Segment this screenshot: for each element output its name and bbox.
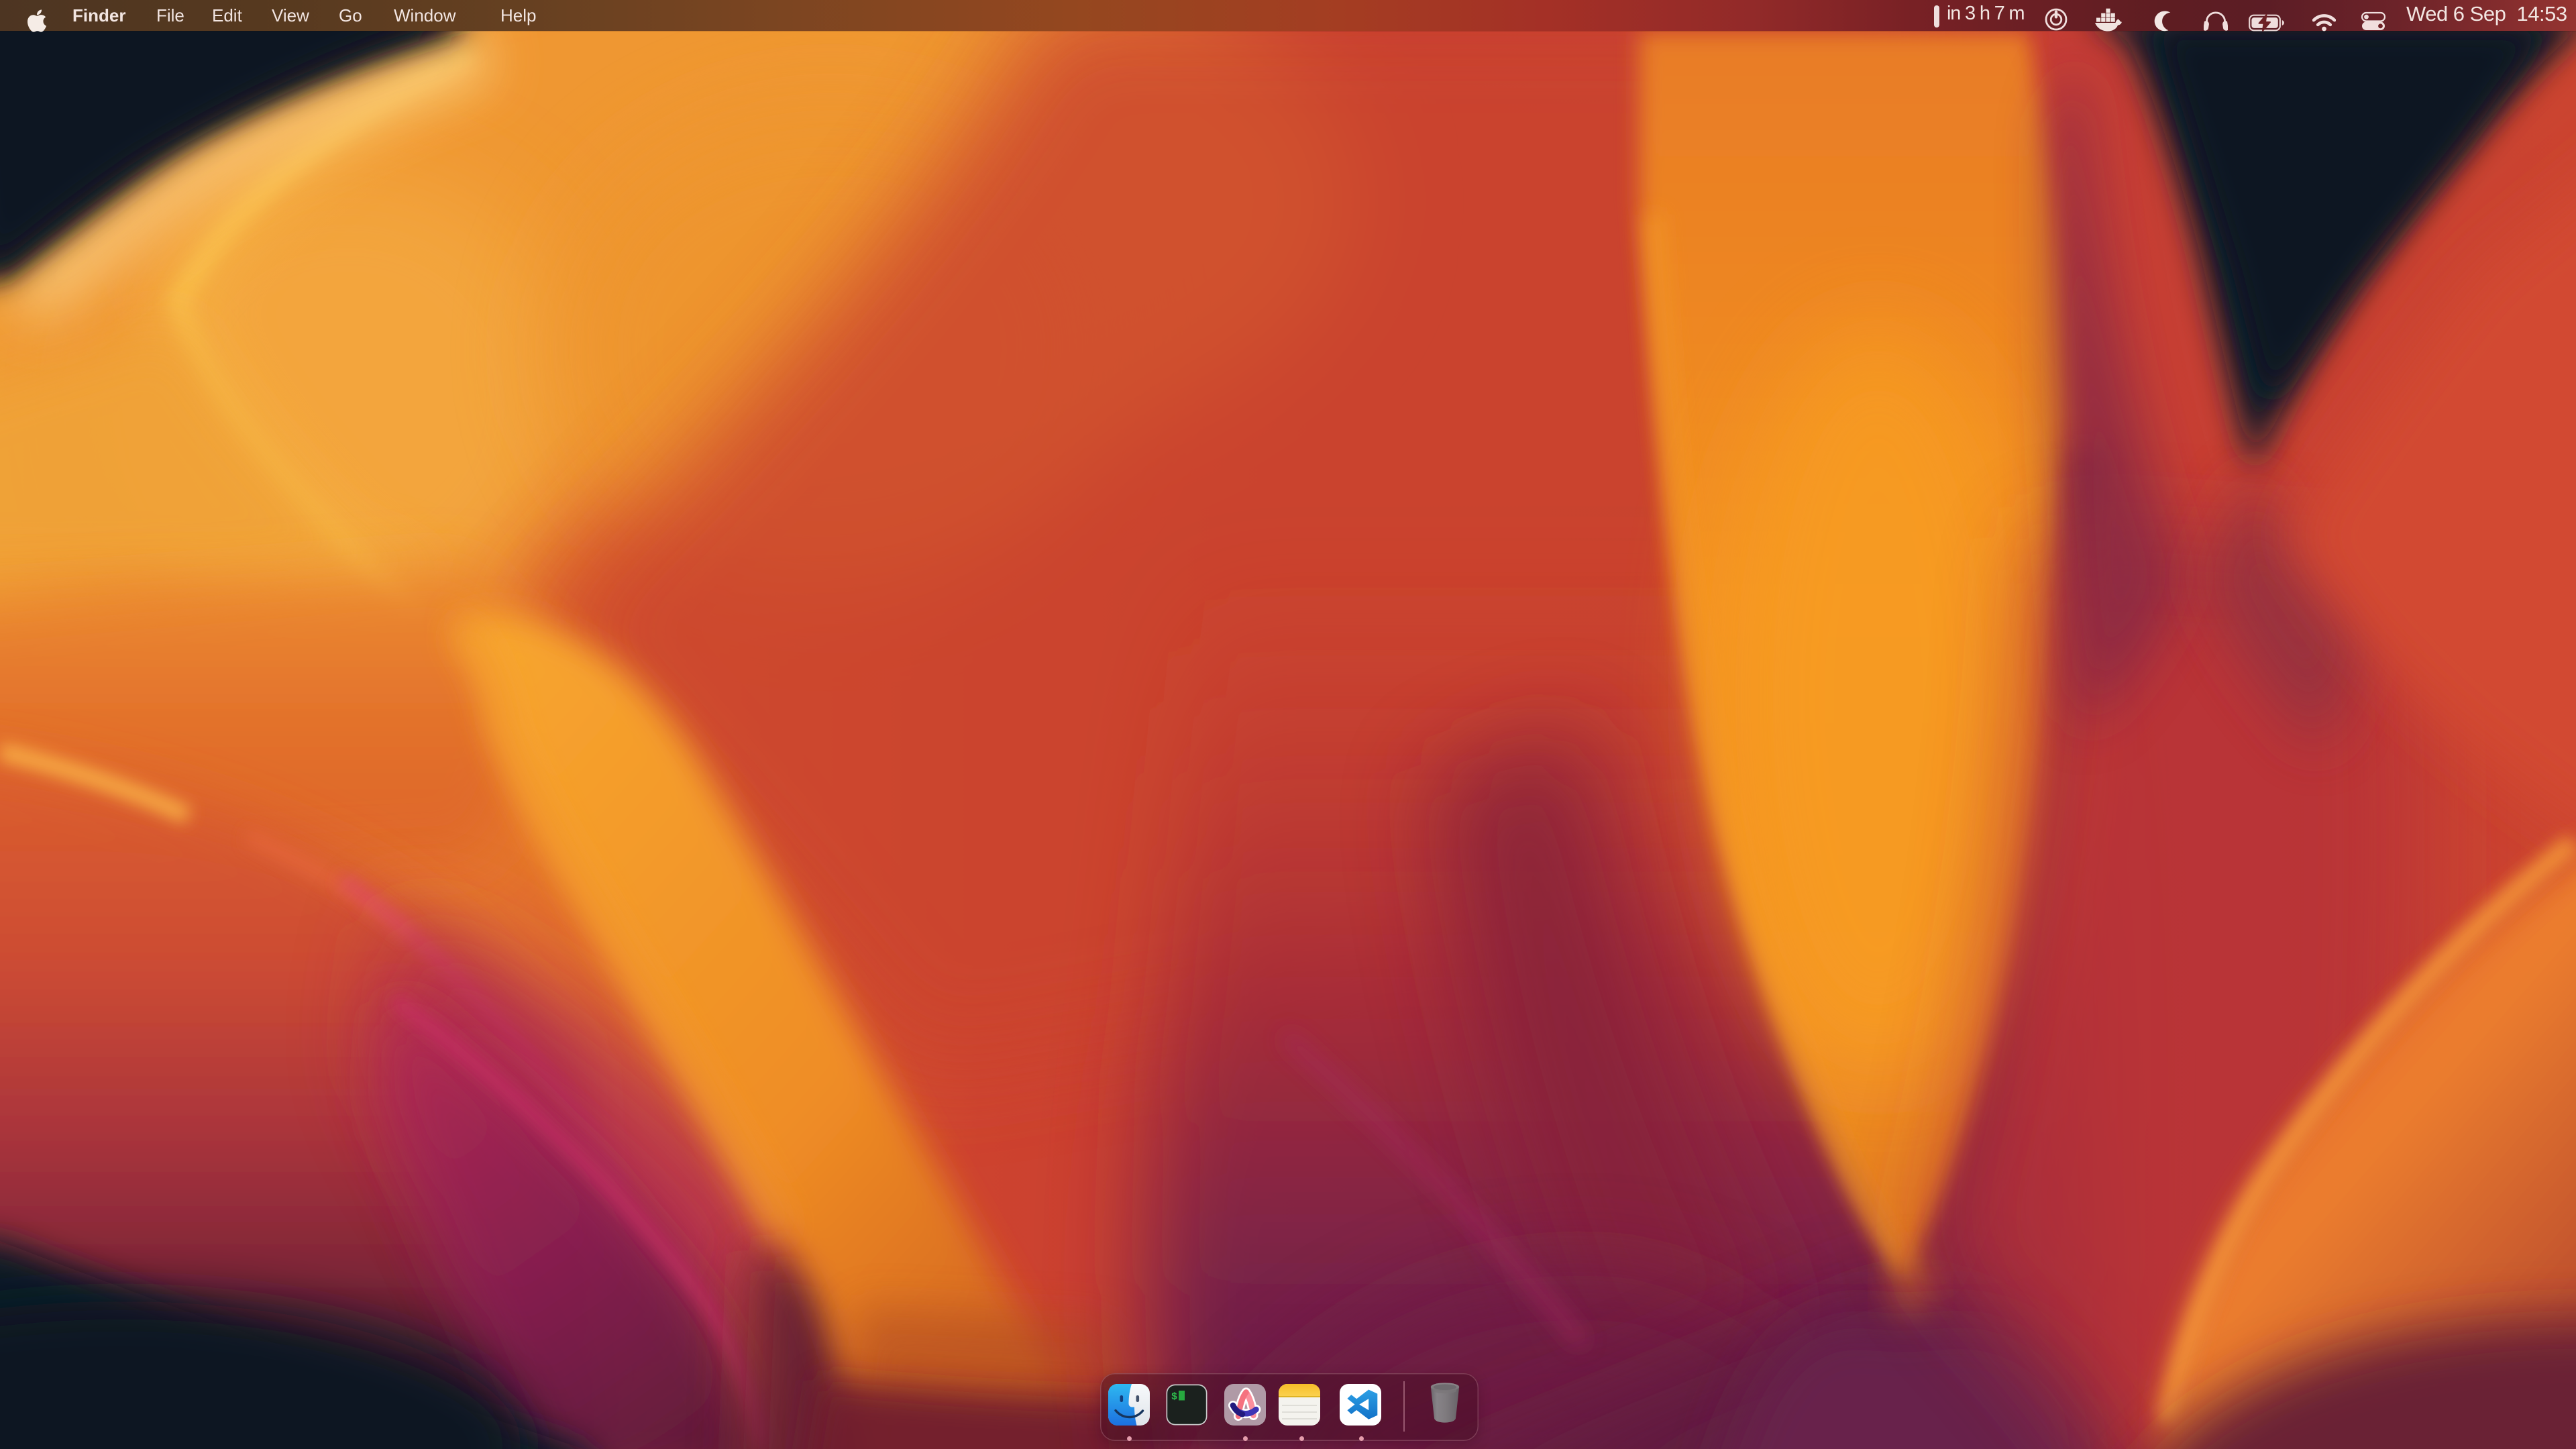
svg-text:$: $ (1171, 1391, 1177, 1403)
